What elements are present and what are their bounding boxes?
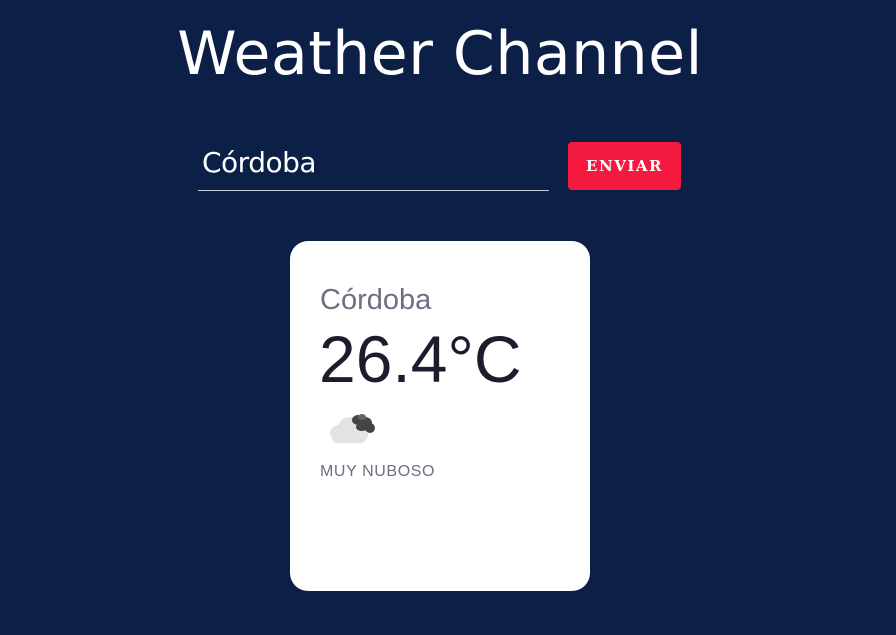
page-title: Weather Channel	[177, 19, 703, 89]
search-field[interactable]	[198, 140, 549, 191]
weather-card: Córdoba 26.4°C MUY NUBOSO	[290, 241, 590, 591]
send-button[interactable]: ENVIAR	[568, 142, 681, 190]
mostly-cloudy-icon	[330, 414, 375, 443]
temperature: 26.4°C	[319, 322, 522, 396]
city-search-input[interactable]	[202, 142, 542, 182]
weather-description: MUY NUBOSO	[320, 463, 436, 480]
city-name: Córdoba	[320, 284, 432, 316]
